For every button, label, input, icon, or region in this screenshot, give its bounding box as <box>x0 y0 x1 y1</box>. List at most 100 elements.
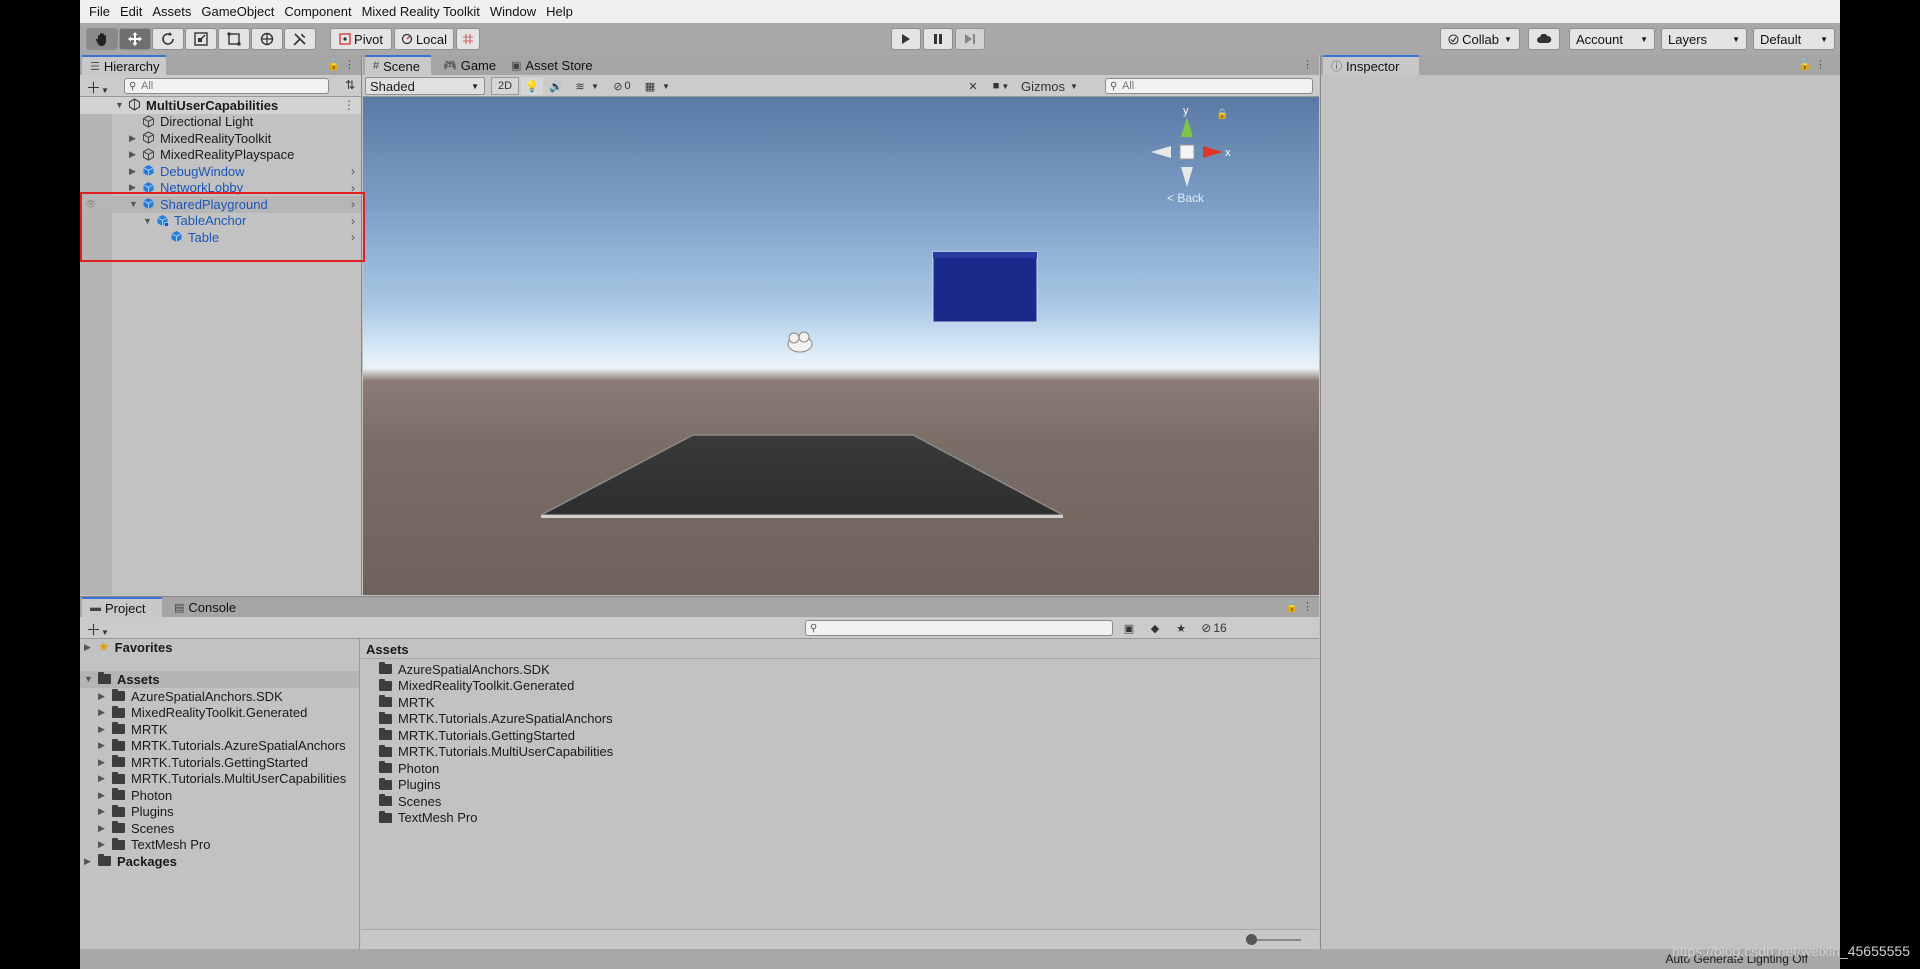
chevron-right-icon[interactable]: › <box>351 164 355 178</box>
shading-mode-dropdown[interactable]: Shaded ▼ <box>365 77 485 95</box>
tree-folder-item[interactable]: ▶ MRTK.Tutorials.MultiUserCapabilities <box>98 771 346 788</box>
grid-snapping-button[interactable] <box>456 28 480 50</box>
tree-folder-item[interactable]: ▶ MRTK.Tutorials.GettingStarted <box>98 754 308 771</box>
more-vertical-icon[interactable]: ⋮ <box>343 98 355 112</box>
effects-toggle[interactable]: ≋ <box>569 77 591 95</box>
custom-tool-button[interactable] <box>284 28 316 50</box>
tree-folder-item[interactable]: ▶ Photon <box>98 787 172 804</box>
asset-folder-item[interactable]: MixedRealityToolkit.Generated <box>379 678 574 695</box>
tree-folder-item[interactable]: ▶ Scenes <box>98 820 174 837</box>
collapsed-arrow-icon[interactable]: ▶ <box>129 166 136 177</box>
tab-inspector[interactable]: ⓘ Inspector <box>1323 55 1419 75</box>
hierarchy-search-input[interactable]: ⚲ All <box>124 78 329 94</box>
transform-tool-button[interactable] <box>251 28 283 50</box>
audio-toggle[interactable]: 🔊 <box>545 77 567 95</box>
play-button[interactable] <box>891 28 921 50</box>
scene-search-input[interactable]: ⚲ All <box>1105 78 1313 94</box>
create-asset-button[interactable]: ＋▼ <box>86 619 109 640</box>
collapsed-arrow-icon[interactable]: ▶ <box>84 856 98 867</box>
gizmos-button[interactable]: Gizmos <box>1019 77 1067 95</box>
collapsed-arrow-icon[interactable]: ▶ <box>98 839 112 850</box>
project-search-input[interactable]: ⚲ <box>805 620 1113 636</box>
tree-folder-item[interactable]: ▶ MRTK <box>98 721 168 738</box>
gizmos-dropdown[interactable]: ▼ <box>1067 77 1081 95</box>
asset-folder-item[interactable]: TextMesh Pro <box>379 810 477 827</box>
more-vertical-icon[interactable]: ⋮ <box>1302 58 1313 71</box>
collapsed-arrow-icon[interactable]: ▶ <box>129 133 136 144</box>
hierarchy-item-directional-light[interactable]: Directional Light <box>80 114 361 131</box>
collapsed-arrow-icon[interactable]: ▶ <box>98 707 112 718</box>
camera-gizmo-icon[interactable] <box>787 331 813 353</box>
collapsed-arrow-icon[interactable]: ▶ <box>98 691 112 702</box>
menu-gameobject[interactable]: GameObject <box>196 0 279 23</box>
hierarchy-item-mixedrealityplayspace[interactable]: ▶ MixedRealityPlayspace <box>80 147 361 164</box>
asset-folder-item[interactable]: Photon <box>379 760 439 777</box>
grid-dropdown[interactable]: ▼ <box>659 77 673 95</box>
panel-menu-icon[interactable]: 🔒 ⋮ <box>1285 600 1313 613</box>
tab-game[interactable]: 🎮 Game <box>435 55 501 75</box>
tree-favorites[interactable]: ▶ ★ Favorites <box>84 639 172 656</box>
asset-folder-item[interactable]: Scenes <box>379 793 441 810</box>
tree-folder-item[interactable]: ▶ MixedRealityToolkit.Generated <box>98 705 307 722</box>
menu-help[interactable]: Help <box>541 0 578 23</box>
collapsed-arrow-icon[interactable]: ▶ <box>98 806 112 817</box>
scale-tool-button[interactable] <box>185 28 217 50</box>
panel-menu-icon[interactable]: 🔒 ⋮ <box>327 58 355 71</box>
tab-scene[interactable]: # Scene <box>365 55 431 75</box>
icon-size-slider-handle[interactable] <box>1246 934 1257 945</box>
debug-window-mesh[interactable] <box>932 251 1038 323</box>
layout-dropdown[interactable]: Default ▼ <box>1753 28 1835 50</box>
sort-button[interactable]: ⇅ <box>345 78 355 92</box>
tab-console[interactable]: ▤ Console <box>166 597 250 617</box>
tree-packages[interactable]: ▶ Packages <box>84 853 177 870</box>
gizmo-back-label[interactable]: < Back <box>1167 191 1205 205</box>
tree-folder-item[interactable]: ▶ TextMesh Pro <box>98 837 210 854</box>
account-dropdown[interactable]: Account ▼ <box>1569 28 1655 50</box>
step-button[interactable] <box>955 28 985 50</box>
collapsed-arrow-icon[interactable]: ▶ <box>98 823 112 834</box>
asset-folder-item[interactable]: MRTK.Tutorials.MultiUserCapabilities <box>379 744 613 761</box>
menu-assets[interactable]: Assets <box>147 0 196 23</box>
collapsed-arrow-icon[interactable]: ▶ <box>98 757 112 768</box>
create-add-button[interactable]: ＋▼ <box>86 77 109 98</box>
pivot-toggle[interactable]: Pivot <box>330 28 392 50</box>
asset-folder-item[interactable]: MRTK.Tutorials.GettingStarted <box>379 727 575 744</box>
collab-dropdown[interactable]: Collab ▼ <box>1440 28 1520 50</box>
favorites-toggle[interactable]: ★ <box>1170 619 1192 637</box>
collapsed-arrow-icon[interactable]: ▶ <box>98 773 112 784</box>
tab-hierarchy[interactable]: ☰ Hierarchy <box>82 55 166 75</box>
icon-size-slider-track[interactable] <box>1251 939 1301 941</box>
tree-folder-item[interactable]: ▶ AzureSpatialAnchors.SDK <box>98 688 283 705</box>
lighting-toggle[interactable]: 💡 <box>521 77 543 95</box>
pause-button[interactable] <box>923 28 953 50</box>
expand-arrow-icon[interactable]: ▼ <box>84 674 98 684</box>
scene-viewport[interactable]: y x < Back 🔒 <box>363 97 1319 595</box>
toggle-2d-button[interactable]: 2D <box>491 77 519 95</box>
menu-window[interactable]: Window <box>485 0 541 23</box>
menu-component[interactable]: Component <box>279 0 356 23</box>
hierarchy-item-mixedrealitytoolkit[interactable]: ▶ MixedRealityToolkit <box>80 130 361 147</box>
move-tool-button[interactable] <box>119 28 151 50</box>
hand-tool-button[interactable] <box>86 28 118 50</box>
menu-edit[interactable]: Edit <box>115 0 147 23</box>
rotate-tool-button[interactable] <box>152 28 184 50</box>
tree-assets[interactable]: ▼ Assets <box>80 671 359 688</box>
tree-folder-item[interactable]: ▶ Plugins <box>98 804 174 821</box>
tab-project[interactable]: ▬ Project <box>82 597 162 617</box>
collapsed-arrow-icon[interactable]: ▶ <box>98 740 112 751</box>
menu-mixed-reality-toolkit[interactable]: Mixed Reality Toolkit <box>357 0 485 23</box>
table-mesh[interactable] <box>540 434 1064 516</box>
collapsed-arrow-icon[interactable]: ▶ <box>98 790 112 801</box>
collapsed-arrow-icon[interactable]: ▶ <box>129 149 136 160</box>
asset-breadcrumb[interactable]: Assets <box>366 642 409 657</box>
collapsed-arrow-icon[interactable]: ▶ <box>84 642 98 653</box>
rect-tool-button[interactable] <box>218 28 250 50</box>
scene-root-row[interactable]: ▼ MultiUserCapabilities ⋮ <box>80 97 361 114</box>
layers-dropdown[interactable]: Layers ▼ <box>1661 28 1747 50</box>
search-by-type-button[interactable]: ▣ <box>1118 619 1140 637</box>
orientation-gizmo-icon[interactable] <box>1151 117 1223 187</box>
asset-folder-item[interactable]: Plugins <box>379 777 441 794</box>
search-by-label-button[interactable]: ◆ <box>1144 619 1166 637</box>
asset-folder-item[interactable]: MRTK <box>379 694 435 711</box>
grid-toggle[interactable]: ▦ <box>639 77 661 95</box>
